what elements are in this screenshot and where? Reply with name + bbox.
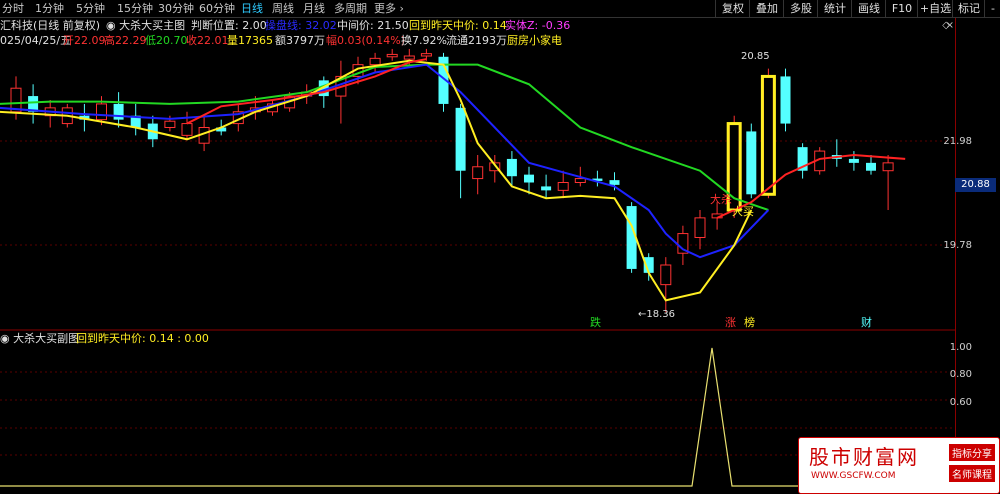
candle-body	[455, 107, 466, 171]
low-price-marker: ←18.36	[638, 309, 676, 320]
candle-body	[403, 55, 415, 60]
candles-layer	[10, 48, 894, 313]
sub-indicator-value: 回到昨天中价: 0.14 : 0.00	[76, 332, 209, 345]
zhang-badge: 涨	[725, 316, 736, 329]
candle-body	[694, 217, 706, 239]
sub-y-3: 0.60	[949, 397, 972, 408]
candle-body	[164, 120, 176, 129]
candle-body	[541, 186, 552, 191]
price-label-high: 21.98	[943, 136, 972, 147]
green-ma-line	[0, 63, 769, 211]
watermark-logo: 股市财富网 WWW.GSCFW.COM 指标分享 名师课程	[798, 437, 1000, 494]
bang-badge: 榜	[744, 316, 755, 329]
sub-y-1: 1.00	[949, 342, 972, 353]
current-price-tag: 20.88	[955, 178, 996, 192]
yellow-ma-line	[0, 59, 753, 302]
candle-body	[762, 75, 774, 195]
high-price-marker: 20.85	[741, 51, 770, 62]
candle-body	[866, 162, 876, 171]
candle-body	[574, 178, 586, 183]
cai-badge: 财	[861, 316, 872, 329]
candle-body	[660, 264, 672, 286]
price-label-low: 19.78	[943, 240, 972, 251]
blue-ma-line	[0, 63, 770, 259]
mark-button[interactable]: 标记	[952, 0, 985, 17]
damai-signal: 大买	[732, 205, 754, 218]
candle-body	[420, 53, 432, 57]
candle-body	[369, 57, 381, 66]
candle-body	[386, 53, 398, 58]
candle-body	[882, 162, 894, 172]
candle-body	[506, 158, 517, 177]
candle-body	[524, 174, 534, 183]
die-badge: 跌	[590, 316, 601, 329]
kline-chart[interactable]	[0, 0, 955, 492]
watermark-tag-share: 指标分享	[949, 444, 995, 461]
dasha-signal: 大杀	[710, 193, 732, 206]
sub-indicator-name[interactable]: ◉ 大杀大买副图	[0, 332, 79, 345]
minimize-button[interactable]: -	[984, 0, 1000, 17]
candle-body	[609, 180, 620, 185]
candle-body	[181, 123, 193, 136]
candle-body	[472, 166, 484, 180]
watermark-title: 股市财富网	[809, 445, 919, 469]
candle-body	[780, 76, 791, 124]
price-axis	[955, 18, 1000, 492]
candle-body	[96, 103, 107, 121]
candle-body	[746, 131, 757, 195]
candle-body	[848, 158, 859, 163]
watermark-url: WWW.GSCFW.COM	[811, 471, 896, 481]
watermark-tag-course: 名师课程	[949, 465, 995, 482]
candle-body	[557, 182, 569, 191]
candle-body	[113, 103, 124, 120]
sub-y-2: 0.80	[949, 369, 972, 380]
